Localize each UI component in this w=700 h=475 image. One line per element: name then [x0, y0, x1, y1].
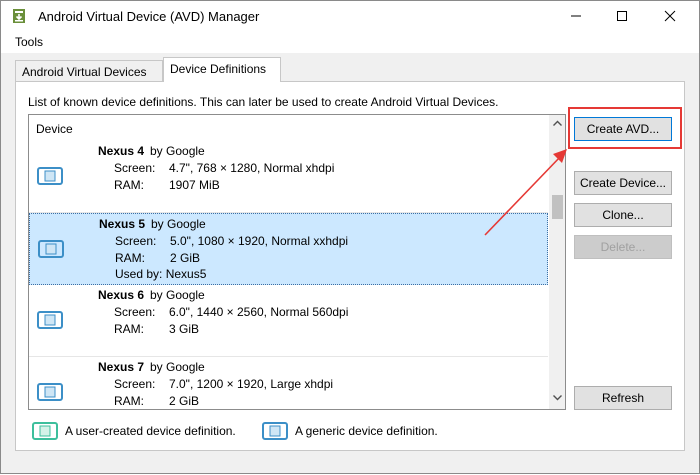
- device-screen-value: 7.0", 1200 × 1920, Large xhdpi: [169, 377, 334, 391]
- menu-bar: Tools: [1, 31, 699, 53]
- list-header-device: Device: [36, 122, 73, 136]
- device-row-nexus-5[interactable]: Nexus 5 by Google Screen: 5.0", 1080 × 1…: [29, 213, 548, 285]
- device-row-nexus-4[interactable]: Nexus 4 by Google Screen: 4.7", 768 × 12…: [29, 141, 548, 213]
- legend-user-created: A user-created device definition.: [65, 424, 236, 438]
- avd-manager-window: Android Virtual Device (AVD) Manager Too…: [0, 0, 700, 474]
- device-name: Nexus 7: [98, 360, 145, 374]
- generic-device-icon: [37, 311, 63, 329]
- device-screen-label: Screen:: [114, 377, 156, 391]
- device-ram-label: RAM:: [114, 394, 144, 408]
- delete-button[interactable]: Delete...: [574, 235, 672, 259]
- device-ram-value: 1907 MiB: [169, 178, 220, 192]
- create-device-button[interactable]: Create Device...: [574, 171, 672, 195]
- device-ram-label: RAM:: [115, 251, 145, 265]
- title-bar[interactable]: Android Virtual Device (AVD) Manager: [1, 1, 699, 31]
- device-ram-value: 2 GiB: [169, 394, 200, 408]
- maximize-button[interactable]: [599, 1, 645, 31]
- device-vendor: by Google: [150, 288, 205, 302]
- window-title: Android Virtual Device (AVD) Manager: [38, 9, 260, 24]
- scroll-thumb[interactable]: [552, 195, 563, 219]
- device-screen-value: 6.0", 1440 × 2560, Normal 560dpi: [169, 305, 349, 319]
- device-screen-value: 4.7", 768 × 1280, Normal xhdpi: [169, 161, 335, 175]
- close-button[interactable]: [647, 1, 693, 31]
- device-used-by: Used by: Nexus5: [115, 267, 207, 281]
- device-name: Nexus 4: [98, 144, 145, 158]
- scroll-up-arrow-icon[interactable]: [553, 120, 562, 126]
- device-vendor: by Google: [150, 144, 205, 158]
- maximize-icon: [617, 11, 627, 21]
- user-created-device-icon: [32, 422, 58, 440]
- clone-button[interactable]: Clone...: [574, 203, 672, 227]
- device-screen-label: Screen:: [114, 305, 156, 319]
- minimize-icon: [571, 15, 581, 17]
- android-download-icon: [13, 9, 25, 23]
- close-icon: [664, 10, 676, 22]
- device-row-nexus-6[interactable]: Nexus 6 by Google Screen: 6.0", 1440 × 2…: [29, 285, 548, 357]
- tab-android-virtual-devices[interactable]: Android Virtual Devices: [15, 60, 163, 81]
- device-vendor: by Google: [150, 360, 205, 374]
- tab-device-definitions[interactable]: Device Definitions: [163, 57, 281, 82]
- annotation-highlight-box: [568, 107, 682, 149]
- device-name: Nexus 6: [98, 288, 145, 302]
- device-screen-label: Screen:: [115, 234, 157, 248]
- refresh-button[interactable]: Refresh: [574, 386, 672, 410]
- generic-device-legend-icon: [262, 422, 288, 440]
- generic-device-icon: [37, 167, 63, 185]
- minimize-button[interactable]: [553, 1, 599, 31]
- device-ram-value: 3 GiB: [169, 322, 200, 336]
- device-name: Nexus 5: [99, 217, 146, 231]
- list-scrollbar[interactable]: [549, 115, 565, 409]
- menu-tools[interactable]: Tools: [15, 35, 43, 49]
- device-list[interactable]: Device Nexus 4 by Google Screen: 4.7", 7…: [28, 114, 566, 410]
- device-ram-label: RAM:: [114, 322, 144, 336]
- device-row-nexus-7[interactable]: Nexus 7 by Google Screen: 7.0", 1200 × 1…: [29, 357, 548, 409]
- device-screen-label: Screen:: [114, 161, 156, 175]
- scroll-down-arrow-icon[interactable]: [553, 395, 562, 401]
- device-vendor: by Google: [151, 217, 206, 231]
- device-ram-value: 2 GiB: [170, 251, 201, 265]
- legend-generic: A generic device definition.: [295, 424, 438, 438]
- generic-device-icon: [37, 383, 63, 401]
- device-screen-value: 5.0", 1080 × 1920, Normal xxhdpi: [170, 234, 349, 248]
- generic-device-icon: [38, 240, 64, 258]
- device-ram-label: RAM:: [114, 178, 144, 192]
- panel-description: List of known device definitions. This c…: [28, 95, 499, 109]
